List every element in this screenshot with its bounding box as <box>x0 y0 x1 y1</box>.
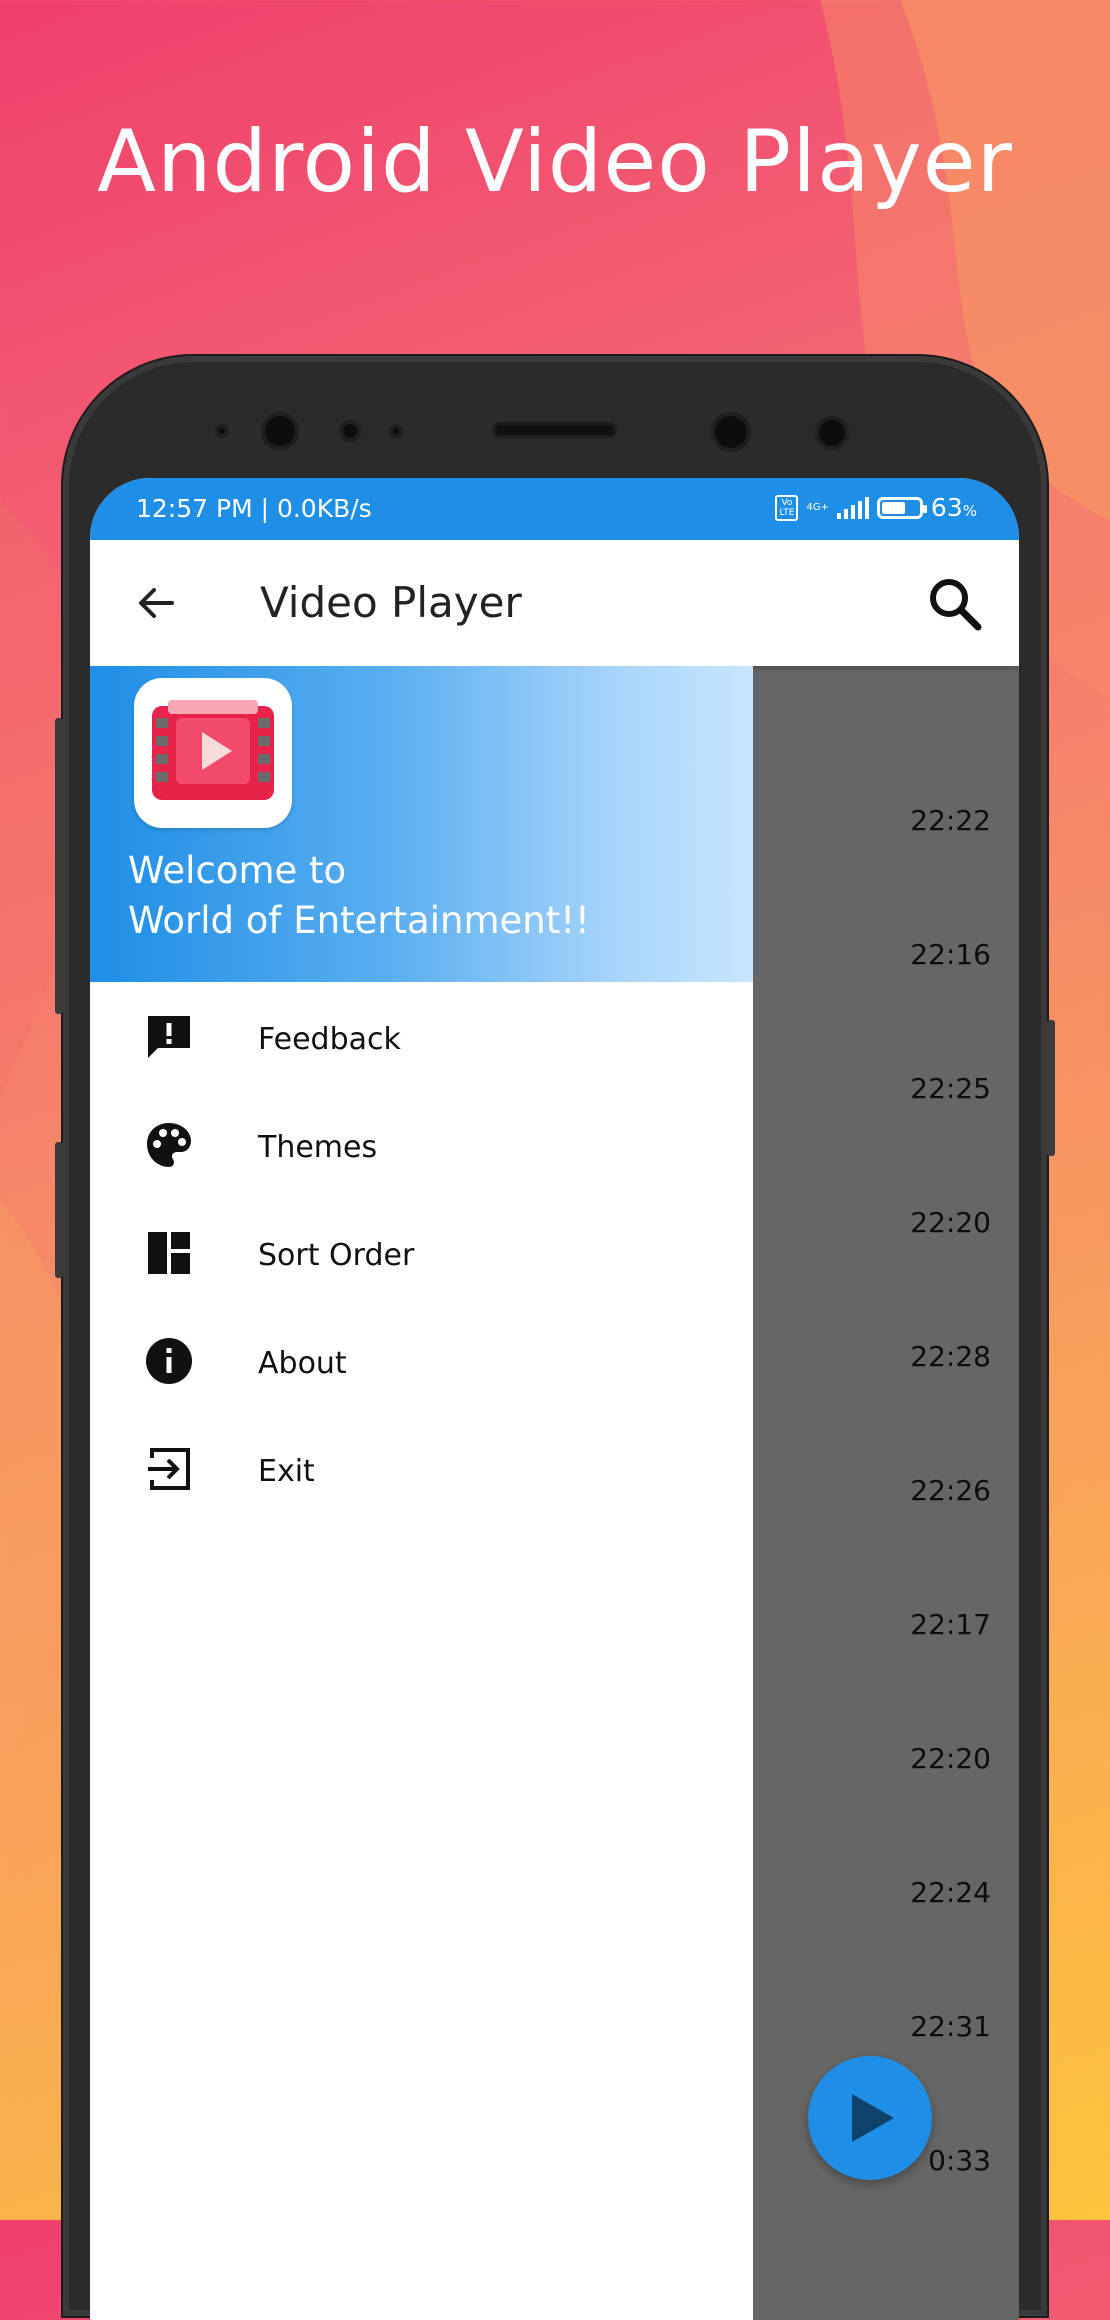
search-icon[interactable] <box>925 574 985 634</box>
battery-percent-value: 63 <box>930 493 963 522</box>
palette-icon <box>147 1123 191 1167</box>
info-icon <box>146 1338 192 1384</box>
front-sensor <box>389 424 403 438</box>
phone-frame: 12:57 PM | 0.0KB/s Vo LTE 4G+ 63% Video P… <box>55 356 1055 2320</box>
menu-item-about[interactable]: About <box>90 1306 753 1414</box>
battery-percent-unit: % <box>962 502 977 520</box>
dashboard-icon <box>148 1232 190 1274</box>
welcome-line-2: World of Entertainment!! <box>128 899 590 942</box>
drawer-menu: Feedback Themes Sort Order About Exit <box>90 982 753 1522</box>
battery-icon <box>876 496 927 519</box>
front-sensor <box>215 424 229 438</box>
earpiece-speaker <box>492 422 617 438</box>
menu-item-label: Feedback <box>258 1022 401 1057</box>
status-icons: Vo LTE 4G+ 63% <box>775 493 977 522</box>
front-sensor <box>815 416 849 450</box>
front-camera <box>261 412 299 450</box>
menu-item-label: Sort Order <box>258 1238 415 1273</box>
menu-item-themes[interactable]: Themes <box>90 1090 753 1198</box>
welcome-line-1: Welcome to <box>128 849 347 892</box>
exit-icon <box>148 1448 190 1490</box>
front-camera <box>711 412 751 452</box>
status-time: 12:57 PM | 0.0KB/s <box>136 494 372 523</box>
battery-percent: 63% <box>931 493 977 522</box>
promo-title: Android Video Player <box>97 112 1013 212</box>
menu-item-label: Themes <box>258 1130 378 1165</box>
app-title: Video Player <box>260 578 522 627</box>
menu-item-exit[interactable]: Exit <box>90 1414 753 1522</box>
network-type-label: 4G+ <box>806 502 829 513</box>
phone-side-button <box>55 1142 63 1278</box>
menu-item-label: About <box>258 1346 347 1381</box>
feedback-icon <box>148 1016 190 1058</box>
front-sensor <box>339 420 361 442</box>
navigation-drawer: Welcome to World of Entertainment!! Feed… <box>90 666 753 2320</box>
app-logo <box>134 678 292 828</box>
menu-item-label: Exit <box>258 1454 315 1489</box>
welcome-text: Welcome to World of Entertainment!! <box>128 846 590 946</box>
phone-side-button <box>1047 1020 1055 1156</box>
menu-item-sort-order[interactable]: Sort Order <box>90 1198 753 1306</box>
battery-fill <box>881 501 905 514</box>
volte-icon: Vo LTE <box>775 494 799 521</box>
play-icon <box>852 2094 894 2142</box>
back-arrow-icon[interactable] <box>132 579 180 627</box>
status-bar: 12:57 PM | 0.0KB/s Vo LTE 4G+ 63% <box>90 478 1019 540</box>
phone-screen: 12:57 PM | 0.0KB/s Vo LTE 4G+ 63% Video P… <box>90 478 1019 2320</box>
drawer-header: Welcome to World of Entertainment!! <box>90 666 753 982</box>
signal-icon <box>836 496 869 519</box>
app-bar: Video Player <box>90 540 1019 666</box>
menu-item-feedback[interactable]: Feedback <box>90 982 753 1090</box>
play-fab-button[interactable] <box>808 2056 932 2180</box>
video-film-logo-icon <box>152 700 274 800</box>
phone-side-button <box>55 718 63 1014</box>
